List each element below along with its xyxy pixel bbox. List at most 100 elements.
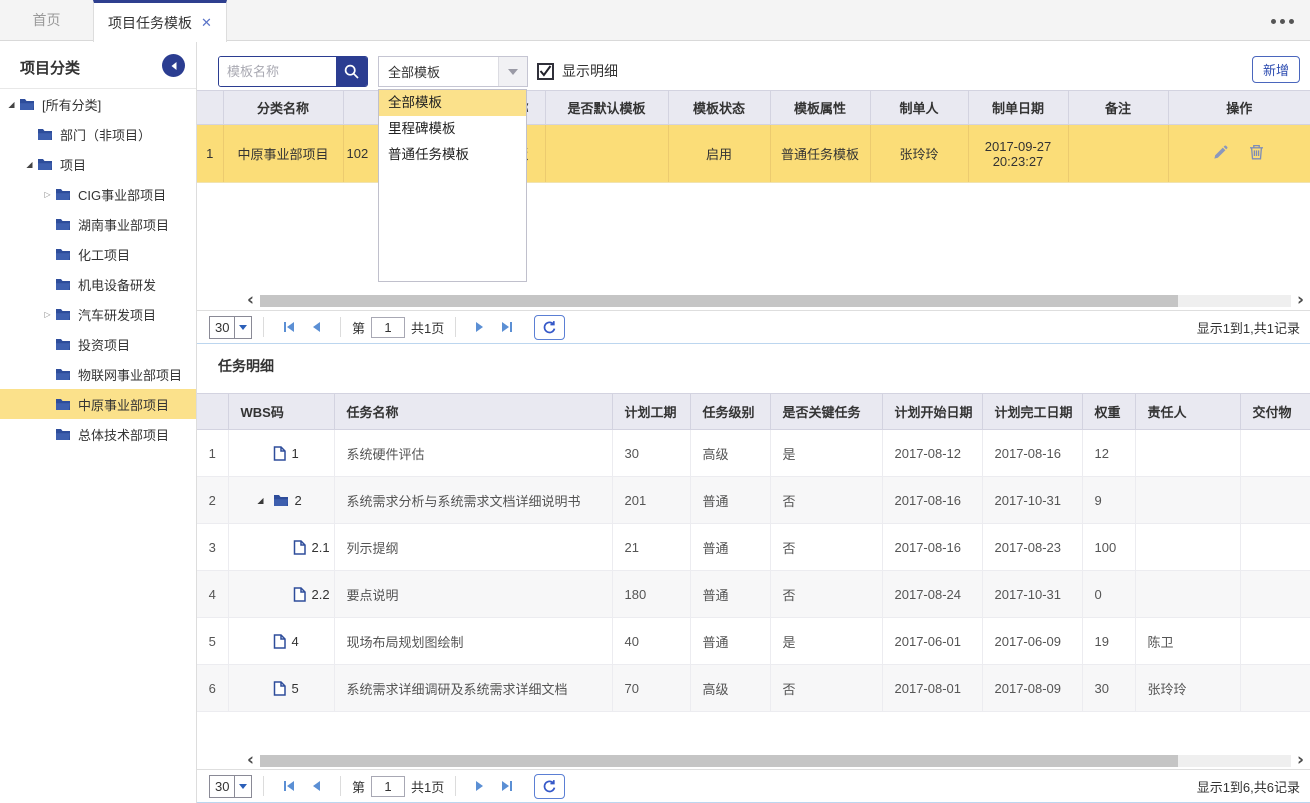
tab-close-icon[interactable]: ✕ bbox=[201, 16, 212, 29]
template-type-dropdown-panel: 全部模板 里程碑模板 普通任务模板 bbox=[378, 89, 527, 282]
more-tabs-icon[interactable] bbox=[1271, 19, 1294, 24]
scroll-right-icon[interactable]: › bbox=[1291, 292, 1310, 309]
tree-item-label: 中原事业部项目 bbox=[78, 395, 169, 414]
task-row[interactable]: 6 5 系统需求详细调研及系统需求详细文档 70 高级 否 2017-08-01… bbox=[197, 665, 1310, 712]
page-size-select[interactable]: 30 bbox=[209, 775, 252, 798]
scrollbar-thumb[interactable] bbox=[260, 755, 1178, 767]
file-icon bbox=[293, 587, 306, 602]
show-detail-checkbox[interactable] bbox=[537, 63, 554, 80]
cell-wbs: 4 bbox=[228, 618, 334, 665]
scroll-left-icon[interactable]: ‹ bbox=[241, 292, 260, 309]
tab-project-task-template[interactable]: 项目任务模板 ✕ bbox=[93, 0, 227, 42]
tree-item-hunan[interactable]: 湖南事业部项目 bbox=[0, 209, 196, 239]
tree-item-label: 项目 bbox=[60, 155, 86, 174]
tree-item-chemical[interactable]: 化工项目 bbox=[0, 239, 196, 269]
task-row[interactable]: 3 2.1 列示提纲 21 普通 否 2017-08-16 2017-08-23… bbox=[197, 524, 1310, 571]
tree-item-project[interactable]: 项目 bbox=[0, 149, 196, 179]
tree-expander-icon[interactable] bbox=[22, 160, 37, 169]
tree-item-iot[interactable]: 物联网事业部项目 bbox=[0, 359, 196, 389]
tree-item-cig[interactable]: CIG事业部项目 bbox=[0, 179, 196, 209]
next-page-button[interactable] bbox=[474, 780, 486, 792]
tree-expander-icon[interactable] bbox=[4, 100, 19, 109]
template-row[interactable]: 1 中原事业部项目 102 板 启用 普通任务模板 张玲玲 2017-09-27… bbox=[197, 125, 1310, 183]
page-number-input[interactable] bbox=[371, 317, 405, 338]
record-summary: 显示1到1,共1记录 bbox=[1197, 318, 1300, 337]
tree-item-label: 投资项目 bbox=[78, 335, 130, 354]
file-icon bbox=[293, 540, 306, 555]
cell-deliverable bbox=[1240, 430, 1310, 477]
tree-item-label: 物联网事业部项目 bbox=[78, 365, 182, 384]
search-button[interactable] bbox=[336, 57, 367, 86]
tree-item-auto-rd[interactable]: 汽车研发项目 bbox=[0, 299, 196, 329]
dropdown-option-normal-task[interactable]: 普通任务模板 bbox=[379, 142, 526, 168]
cell-plan-end: 2017-06-09 bbox=[982, 618, 1082, 665]
cell-weight: 9 bbox=[1082, 477, 1135, 524]
tree-item-general-tech[interactable]: 总体技术部项目 bbox=[0, 419, 196, 449]
scroll-left-icon[interactable]: ‹ bbox=[241, 752, 260, 769]
col-level: 任务级别 bbox=[690, 394, 770, 430]
next-page-button[interactable] bbox=[474, 321, 486, 333]
task-table-header-row: WBS码 任务名称 计划工期 任务级别 是否关键任务 计划开始日期 计划完工日期… bbox=[197, 394, 1310, 430]
tree-expander-icon[interactable] bbox=[255, 496, 267, 505]
tree-item-department[interactable]: 部门（非项目） bbox=[0, 119, 196, 149]
tree-item-investment[interactable]: 投资项目 bbox=[0, 329, 196, 359]
tab-bar: 首页 项目任务模板 ✕ bbox=[0, 0, 1310, 41]
cell-wbs: 2.1 bbox=[228, 524, 334, 571]
record-summary: 显示1到6,共6记录 bbox=[1197, 777, 1300, 796]
col-plan-end: 计划完工日期 bbox=[982, 394, 1082, 430]
show-detail-group: 显示明细 bbox=[537, 61, 618, 81]
tree-item-all-categories[interactable]: [所有分类] bbox=[0, 89, 196, 119]
tree-expander-icon[interactable] bbox=[40, 190, 55, 199]
tree-item-electromechanical[interactable]: 机电设备研发 bbox=[0, 269, 196, 299]
scrollbar-track[interactable] bbox=[260, 755, 1291, 767]
cell-attribute: 普通任务模板 bbox=[770, 125, 870, 183]
dropdown-option-all[interactable]: 全部模板 bbox=[379, 90, 526, 116]
page-number-input[interactable] bbox=[371, 776, 405, 797]
sidebar-collapse-button[interactable] bbox=[162, 54, 185, 77]
add-button[interactable]: 新增 bbox=[1252, 56, 1300, 83]
cell-task-name: 系统需求详细调研及系统需求详细文档 bbox=[334, 665, 612, 712]
page-prefix-label: 第 bbox=[352, 318, 365, 337]
select-arrow-zone[interactable] bbox=[498, 57, 527, 86]
edit-icon[interactable] bbox=[1213, 144, 1229, 160]
cell-owner bbox=[1135, 477, 1240, 524]
scroll-right-icon[interactable]: › bbox=[1291, 752, 1310, 769]
tree-expander-icon[interactable] bbox=[40, 310, 55, 319]
cell-row-num: 5 bbox=[197, 618, 228, 665]
page-total-label: 共1页 bbox=[411, 777, 444, 796]
scrollbar-thumb[interactable] bbox=[260, 295, 1178, 307]
prev-page-button[interactable] bbox=[310, 321, 322, 333]
first-page-button[interactable] bbox=[282, 321, 296, 333]
delete-icon[interactable] bbox=[1249, 144, 1264, 160]
cell-deliverable bbox=[1240, 618, 1310, 665]
cell-weight: 19 bbox=[1082, 618, 1135, 665]
prev-page-button[interactable] bbox=[310, 780, 322, 792]
cell-actions bbox=[1168, 125, 1310, 183]
template-table-hscrollbar: ‹ › bbox=[197, 292, 1310, 309]
col-actions: 操作 bbox=[1168, 91, 1310, 125]
task-row[interactable]: 2 2 系统需求分析与系统需求文档详细说明书 201 普通 否 2017-08-… bbox=[197, 477, 1310, 524]
refresh-button[interactable] bbox=[534, 315, 565, 340]
tree-item-zhongyuan[interactable]: 中原事业部项目 bbox=[0, 389, 196, 419]
template-type-select[interactable]: 全部模板 bbox=[378, 56, 528, 87]
task-detail-title: 任务明细 bbox=[218, 356, 274, 376]
cell-duration: 21 bbox=[612, 524, 690, 571]
tree-item-label: 汽车研发项目 bbox=[78, 305, 156, 324]
dropdown-option-milestone[interactable]: 里程碑模板 bbox=[379, 116, 526, 142]
last-page-button[interactable] bbox=[500, 780, 514, 792]
task-row[interactable]: 5 4 现场布局规划图绘制 40 普通 是 2017-06-01 2017-06… bbox=[197, 618, 1310, 665]
cell-plan-end: 2017-08-16 bbox=[982, 430, 1082, 477]
folder-icon bbox=[55, 188, 72, 201]
refresh-button[interactable] bbox=[534, 774, 565, 799]
col-row-num bbox=[197, 394, 228, 430]
cell-plan-end: 2017-08-23 bbox=[982, 524, 1082, 571]
page-size-select[interactable]: 30 bbox=[209, 316, 252, 339]
last-page-button[interactable] bbox=[500, 321, 514, 333]
tree-item-label: CIG事业部项目 bbox=[78, 185, 166, 204]
task-row[interactable]: 1 1 系统硬件评估 30 高级 是 2017-08-12 2017-08-16… bbox=[197, 430, 1310, 477]
scrollbar-track[interactable] bbox=[260, 295, 1291, 307]
tab-home[interactable]: 首页 bbox=[0, 0, 93, 41]
first-page-button[interactable] bbox=[282, 780, 296, 792]
template-name-search-input[interactable] bbox=[219, 57, 336, 86]
task-row[interactable]: 4 2.2 要点说明 180 普通 否 2017-08-24 2017-10-3… bbox=[197, 571, 1310, 618]
